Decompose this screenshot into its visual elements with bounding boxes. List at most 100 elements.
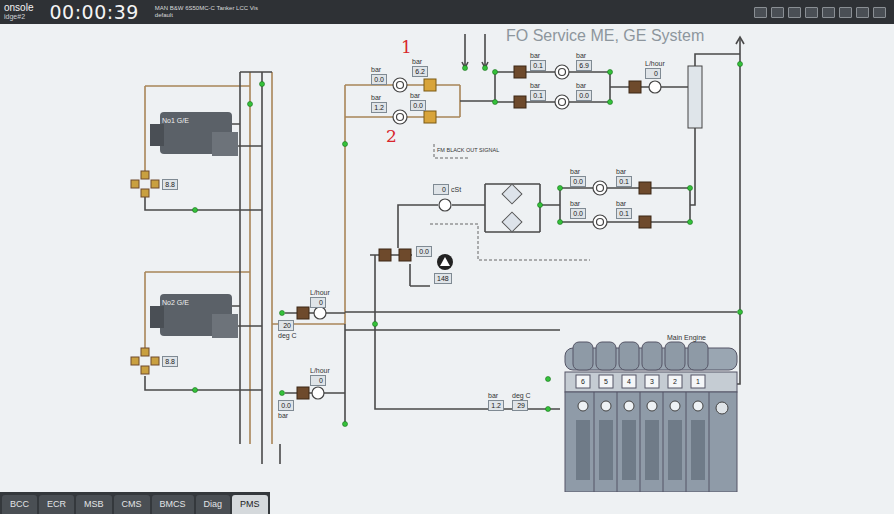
gauge-value: 0.0 (371, 74, 387, 85)
cylinder-number: 1 (691, 378, 705, 385)
gauge-unit: deg C (278, 332, 297, 339)
tool-icon[interactable] (873, 7, 886, 18)
gauge-value: 0.0 (416, 246, 432, 257)
gauge-unit: bar (412, 58, 422, 65)
gauge: 8.8 (162, 179, 178, 190)
piping-drawing (0, 24, 894, 492)
gauge: 8.8 (162, 356, 178, 367)
gauge-value: 29 (512, 400, 528, 411)
gauge-unit: bar (570, 168, 580, 175)
gauge-value: 6.2 (412, 66, 428, 77)
gauge-unit: bar (576, 52, 586, 59)
station-name: idge#2 (4, 13, 33, 21)
mimic-diagram: FO Service ME, GE System 1 2 FM BLACK OU… (0, 24, 894, 492)
tool-icon[interactable] (805, 7, 818, 18)
gauge-value: 1.2 (488, 400, 504, 411)
filters (297, 66, 651, 399)
gauge-value: 20 (278, 320, 294, 331)
generator-engine-icon (150, 112, 238, 338)
tool-icon[interactable] (839, 7, 852, 18)
flowmeters (312, 81, 661, 399)
gauge: 0cSt (433, 184, 461, 195)
gauge: bar0.0 (570, 200, 586, 219)
gauge: L/hour0 (310, 367, 330, 386)
gauge-value: 0.1 (530, 60, 546, 71)
gauge-value: 0.0 (410, 100, 426, 111)
gauge-unit: bar (488, 392, 498, 399)
gauge: bar0.1 (530, 82, 546, 101)
gauge-value: 0 (310, 375, 326, 386)
gauge-unit: cSt (451, 186, 461, 193)
heaters (502, 184, 522, 232)
screen-tab[interactable]: ECR (39, 495, 74, 514)
screen-tab[interactable]: PMS (232, 495, 268, 514)
gauge-value: 0.0 (570, 208, 586, 219)
gauge-unit: bar (371, 94, 381, 101)
gauge-unit: bar (616, 168, 626, 175)
gauge: 148 (434, 273, 452, 284)
gauge-unit: bar (278, 412, 288, 419)
cylinder-number: 3 (645, 378, 659, 385)
gauge-unit: L/hour (310, 289, 330, 296)
gauge: bar1.2 (371, 94, 387, 113)
screen-tab[interactable]: BMCS (152, 495, 194, 514)
valves (193, 62, 743, 427)
gauge: L/hour0 (645, 60, 665, 79)
booster-pump-icon (437, 254, 453, 270)
gauge-value: 0.0 (576, 90, 592, 101)
gauge-unit: bar (371, 66, 381, 73)
screen-tabs: BCCECRMSBCMSBMCSDiagPMS (0, 492, 894, 514)
gauge-value: 0 (645, 68, 661, 79)
app-name: onsole (4, 3, 33, 13)
model-name: MAN B&W 6S50MC-C Tanker LCC Vis (155, 5, 258, 12)
gauge: bar6.9 (576, 52, 592, 71)
gauge: bar1.2 (488, 392, 504, 411)
gauge-value: 0.0 (278, 400, 294, 411)
model-info: MAN B&W 6S50MC-C Tanker LCC Vis default (155, 5, 258, 19)
gauge: bar0.1 (530, 52, 546, 71)
toolbar (754, 7, 890, 18)
gauge-unit: bar (410, 92, 420, 99)
blackout-signal-label: FM BLACK OUT SIGNAL (437, 148, 499, 154)
annotation: 2 (386, 128, 397, 145)
screen-tab[interactable]: CMS (114, 495, 150, 514)
ge-filter-panel (131, 171, 159, 374)
pumps (393, 65, 607, 229)
screen-tab[interactable]: BCC (2, 495, 37, 514)
gauge-unit: L/hour (310, 367, 330, 374)
gauge: deg C29 (512, 392, 531, 411)
gauge-value: 8.8 (162, 356, 178, 367)
cylinder-number: 6 (576, 378, 590, 385)
gauge-value: 0.1 (530, 90, 546, 101)
tool-icon[interactable] (788, 7, 801, 18)
profile-name: default (155, 12, 258, 19)
gauge: bar0.0 (576, 82, 592, 101)
main-engine-icon (565, 342, 737, 492)
gauge-unit: deg C (512, 392, 531, 399)
gauge-value: 148 (434, 273, 452, 284)
tool-icon[interactable] (754, 7, 767, 18)
gauge-value: 8.8 (162, 179, 178, 190)
tool-icon[interactable] (771, 7, 784, 18)
annotation: 1 (401, 39, 412, 56)
title-bar: onsole idge#2 00:00:39 MAN B&W 6S50MC-C … (0, 0, 894, 24)
screen-tab[interactable]: MSB (76, 495, 112, 514)
gauge-value: 1.2 (371, 102, 387, 113)
gauge: 20deg C (278, 320, 297, 339)
gauge: 0.0bar (278, 400, 294, 419)
tool-icon[interactable] (856, 7, 869, 18)
main-engine-label: Main Engine (667, 334, 706, 341)
gauge: L/hour0 (310, 289, 330, 308)
gauge-unit: bar (576, 82, 586, 89)
gauge: bar0.1 (616, 168, 632, 187)
cylinder-number: 2 (668, 378, 682, 385)
gauge: bar0.0 (371, 66, 387, 85)
simulator-screen: onsole idge#2 00:00:39 MAN B&W 6S50MC-C … (0, 0, 894, 514)
screen-tab[interactable]: Diag (196, 495, 231, 514)
tool-icon[interactable] (822, 7, 835, 18)
gauge-value: 6.9 (576, 60, 592, 71)
generator-label: No2 G/E (162, 299, 189, 306)
gauge-unit: bar (530, 82, 540, 89)
gauge-value: 0.1 (616, 176, 632, 187)
generator-label: No1 G/E (162, 117, 189, 124)
